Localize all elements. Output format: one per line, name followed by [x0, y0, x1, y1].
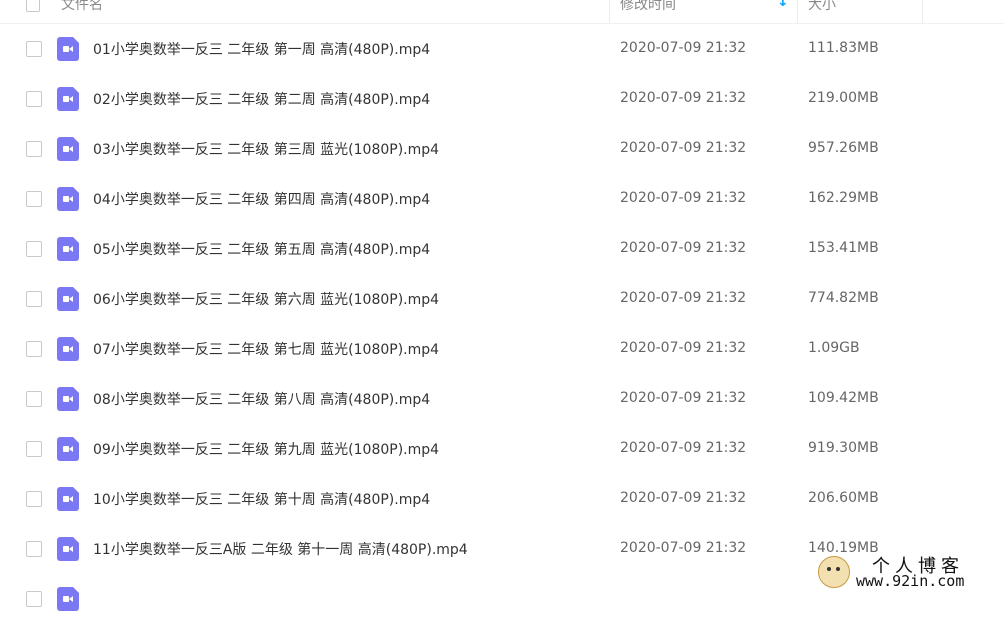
file-size: 957.26MB: [808, 140, 879, 156]
file-name[interactable]: 11小学奥数举一反三A版 二年级 第十一周 高清(480P).mp4: [93, 539, 468, 559]
file-row[interactable]: 10小学奥数举一反三 二年级 第十周 高清(480P).mp4 2020-07-…: [0, 474, 1004, 524]
row-checkbox[interactable]: [26, 391, 42, 407]
file-name[interactable]: 02小学奥数举一反三 二年级 第二周 高清(480P).mp4: [93, 89, 430, 109]
file-size: 162.29MB: [808, 190, 879, 206]
file-modified-time: 2020-07-09 21:32: [620, 240, 747, 256]
row-checkbox[interactable]: [26, 541, 42, 557]
file-modified-time: 2020-07-09 21:32: [620, 390, 747, 406]
file-row[interactable]: 09小学奥数举一反三 二年级 第九周 蓝光(1080P).mp4 2020-07…: [0, 424, 1004, 474]
file-size: 219.00MB: [808, 90, 879, 106]
column-header-time[interactable]: 修改时间: [620, 0, 676, 14]
file-name[interactable]: 08小学奥数举一反三 二年级 第八周 高清(480P).mp4: [93, 389, 430, 409]
column-divider[interactable]: [922, 0, 923, 23]
file-row[interactable]: 08小学奥数举一反三 二年级 第八周 高清(480P).mp4 2020-07-…: [0, 374, 1004, 424]
file-row[interactable]: 02小学奥数举一反三 二年级 第二周 高清(480P).mp4 2020-07-…: [0, 74, 1004, 124]
file-row[interactable]: 06小学奥数举一反三 二年级 第六周 蓝光(1080P).mp4 2020-07…: [0, 274, 1004, 324]
file-modified-time: 2020-07-09 21:32: [620, 290, 747, 306]
arrow-down-icon[interactable]: ↓: [777, 0, 789, 10]
file-name[interactable]: 01小学奥数举一反三 二年级 第一周 高清(480P).mp4: [93, 39, 430, 59]
row-checkbox[interactable]: [26, 591, 42, 607]
file-modified-time: 2020-07-09 21:32: [620, 540, 747, 556]
row-checkbox[interactable]: [26, 441, 42, 457]
file-name[interactable]: 09小学奥数举一反三 二年级 第九周 蓝光(1080P).mp4: [93, 439, 439, 459]
row-checkbox[interactable]: [26, 91, 42, 107]
video-file-icon: [57, 587, 79, 611]
video-file-icon: [57, 187, 79, 211]
file-name[interactable]: 10小学奥数举一反三 二年级 第十周 高清(480P).mp4: [93, 489, 430, 509]
row-checkbox[interactable]: [26, 191, 42, 207]
video-file-icon: [57, 437, 79, 461]
row-checkbox[interactable]: [26, 291, 42, 307]
video-file-icon: [57, 87, 79, 111]
video-file-icon: [57, 537, 79, 561]
video-file-icon: [57, 237, 79, 261]
file-row[interactable]: 05小学奥数举一反三 二年级 第五周 高清(480P).mp4 2020-07-…: [0, 224, 1004, 274]
row-checkbox[interactable]: [26, 141, 42, 157]
file-name[interactable]: 03小学奥数举一反三 二年级 第三周 蓝光(1080P).mp4: [93, 139, 439, 159]
file-size: 109.42MB: [808, 390, 879, 406]
file-row[interactable]: 04小学奥数举一反三 二年级 第四周 高清(480P).mp4 2020-07-…: [0, 174, 1004, 224]
file-list-header: 文件名 修改时间 ↓ 大小: [0, 0, 1004, 24]
file-modified-time: 2020-07-09 21:32: [620, 490, 747, 506]
video-file-icon: [57, 287, 79, 311]
column-header-name[interactable]: 文件名: [61, 0, 103, 14]
file-size: 111.83MB: [808, 40, 879, 56]
file-name[interactable]: 05小学奥数举一反三 二年级 第五周 高清(480P).mp4: [93, 239, 430, 259]
video-file-icon: [57, 137, 79, 161]
site-watermark: 个人博客 www.92in.com: [812, 552, 1004, 593]
row-checkbox[interactable]: [26, 341, 42, 357]
video-file-icon: [57, 37, 79, 61]
file-row[interactable]: 03小学奥数举一反三 二年级 第三周 蓝光(1080P).mp4 2020-07…: [0, 124, 1004, 174]
file-name[interactable]: 04小学奥数举一反三 二年级 第四周 高清(480P).mp4: [93, 189, 430, 209]
file-size: 774.82MB: [808, 290, 879, 306]
column-divider[interactable]: [797, 0, 798, 23]
file-modified-time: 2020-07-09 21:32: [620, 90, 747, 106]
file-name[interactable]: 07小学奥数举一反三 二年级 第七周 蓝光(1080P).mp4: [93, 339, 439, 359]
video-file-icon: [57, 387, 79, 411]
avatar-logo-icon: [818, 556, 850, 588]
select-all-checkbox[interactable]: [26, 0, 40, 12]
file-row[interactable]: 07小学奥数举一反三 二年级 第七周 蓝光(1080P).mp4 2020-07…: [0, 324, 1004, 374]
file-name[interactable]: 06小学奥数举一反三 二年级 第六周 蓝光(1080P).mp4: [93, 289, 439, 309]
file-size: 153.41MB: [808, 240, 879, 256]
watermark-url: www.92in.com: [856, 572, 965, 590]
video-file-icon: [57, 337, 79, 361]
file-modified-time: 2020-07-09 21:32: [620, 440, 747, 456]
row-checkbox[interactable]: [26, 41, 42, 57]
file-row[interactable]: 01小学奥数举一反三 二年级 第一周 高清(480P).mp4 2020-07-…: [0, 24, 1004, 74]
video-file-icon: [57, 487, 79, 511]
column-header-size[interactable]: 大小: [808, 0, 836, 14]
file-modified-time: 2020-07-09 21:32: [620, 140, 747, 156]
file-size: 206.60MB: [808, 490, 879, 506]
column-divider[interactable]: [609, 0, 610, 23]
file-modified-time: 2020-07-09 21:32: [620, 190, 747, 206]
row-checkbox[interactable]: [26, 241, 42, 257]
row-checkbox[interactable]: [26, 491, 42, 507]
file-size: 1.09GB: [808, 340, 860, 356]
file-modified-time: 2020-07-09 21:32: [620, 340, 747, 356]
file-modified-time: 2020-07-09 21:32: [620, 40, 747, 56]
file-size: 919.30MB: [808, 440, 879, 456]
file-list: 01小学奥数举一反三 二年级 第一周 高清(480P).mp4 2020-07-…: [0, 24, 1004, 624]
